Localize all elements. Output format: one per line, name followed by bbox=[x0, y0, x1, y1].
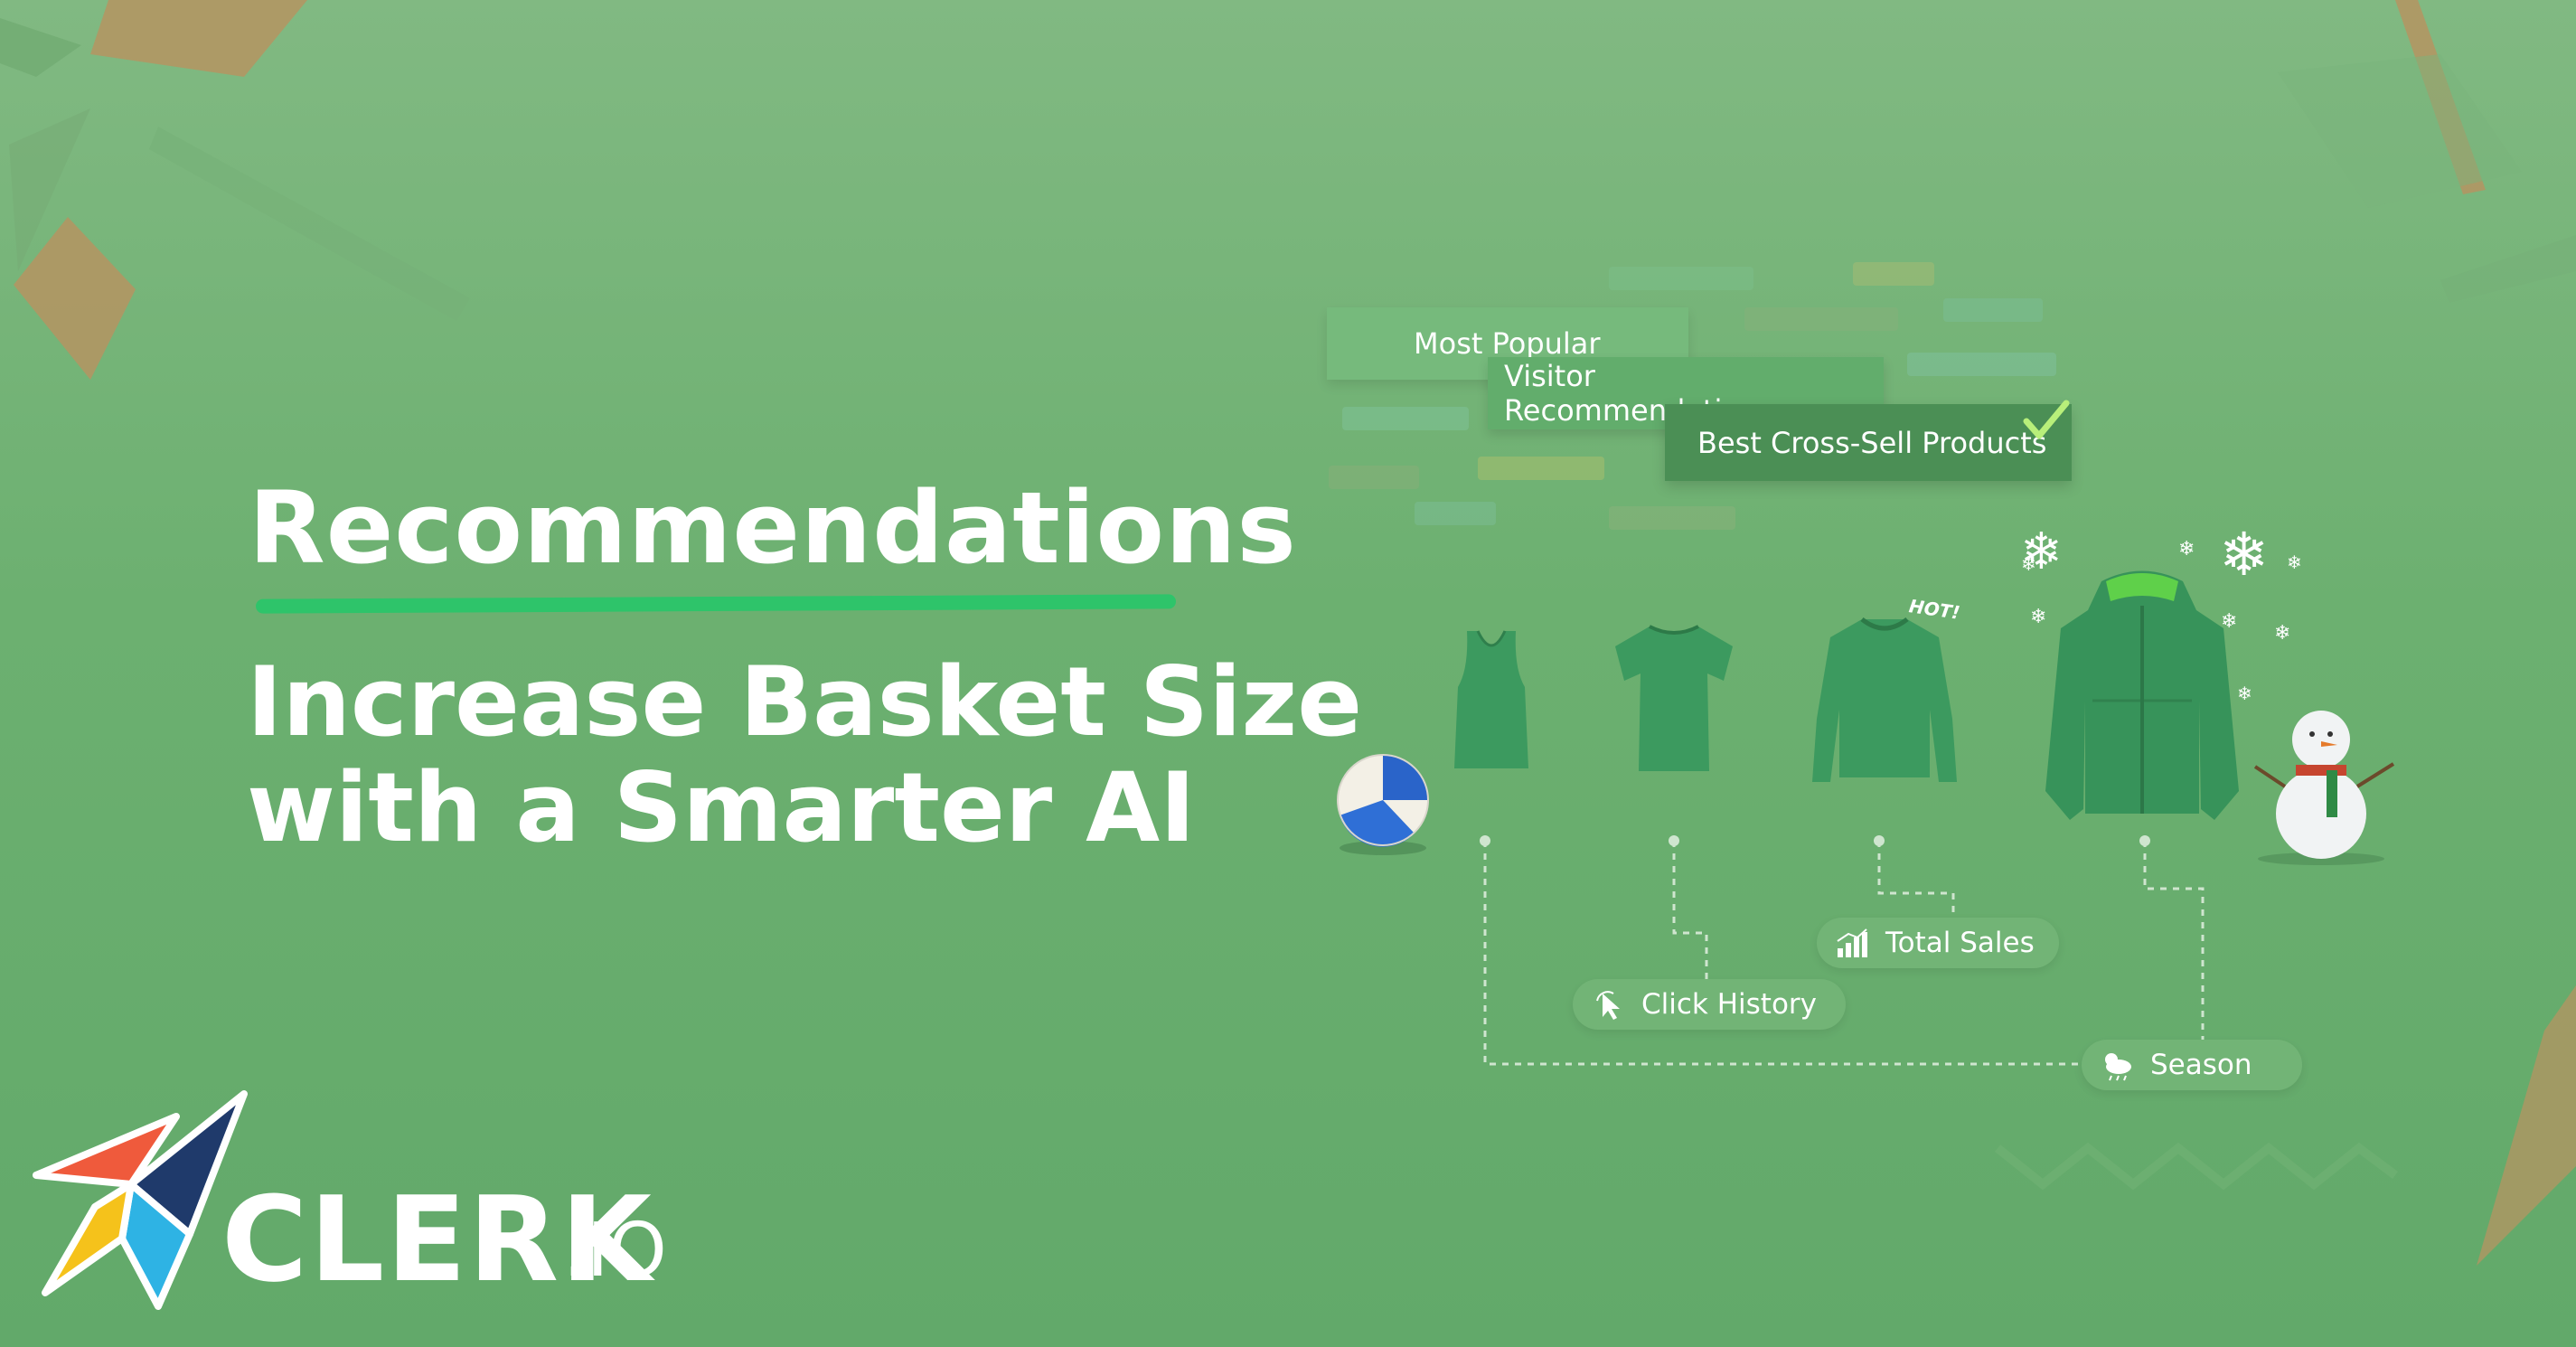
total-sales-label: Total Sales bbox=[1885, 927, 2035, 959]
cursor-click-icon bbox=[1589, 985, 1627, 1023]
logo-suffix: .IO bbox=[563, 1208, 667, 1294]
data-source-total-sales: Total Sales bbox=[1817, 918, 2059, 968]
bar-chart-icon bbox=[1833, 924, 1871, 962]
data-source-season: Season bbox=[2082, 1040, 2302, 1090]
season-label: Season bbox=[2150, 1049, 2252, 1081]
data-source-click-history: Click History bbox=[1573, 979, 1846, 1030]
connector-lines bbox=[1480, 835, 2205, 1066]
click-history-label: Click History bbox=[1641, 988, 1818, 1021]
clerk-rocket-logo-icon bbox=[33, 1090, 248, 1310]
weather-cloud-icon bbox=[2098, 1046, 2136, 1084]
